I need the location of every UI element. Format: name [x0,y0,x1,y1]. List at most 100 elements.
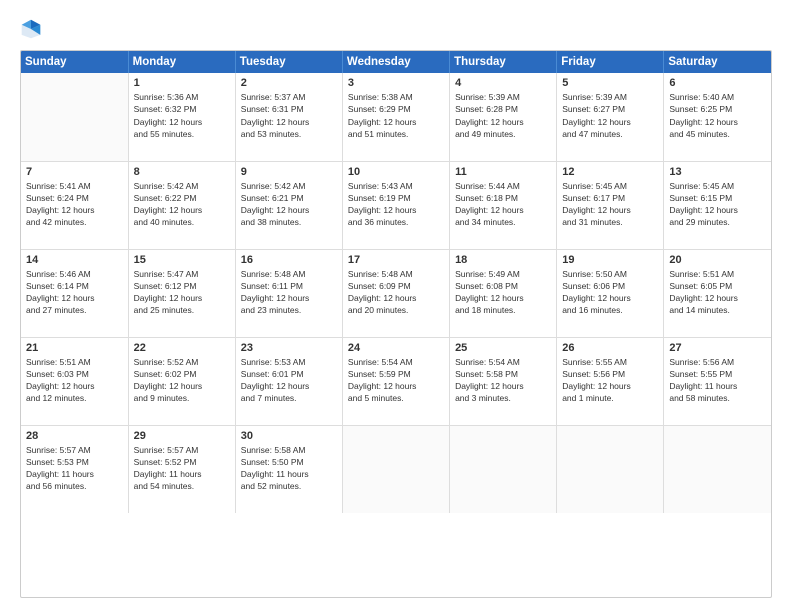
day-number: 25 [455,342,551,354]
day-number: 16 [241,254,337,266]
day-info: Sunrise: 5:41 AM Sunset: 6:24 PM Dayligh… [26,180,123,229]
calendar-week-row: 14 Sunrise: 5:46 AM Sunset: 6:14 PM Dayli… [21,249,771,337]
calendar-header: SundayMondayTuesdayWednesdayThursdayFrid… [21,51,771,73]
day-info: Sunrise: 5:51 AM Sunset: 6:05 PM Dayligh… [669,268,766,317]
day-info: Sunrise: 5:43 AM Sunset: 6:19 PM Dayligh… [348,180,444,229]
calendar-body: 1Sunrise: 5:36 AM Sunset: 6:32 PM Daylig… [21,73,771,513]
day-number: 26 [562,342,658,354]
calendar-week-row: 21Sunrise: 5:51 AM Sunset: 6:03 PM Dayli… [21,337,771,425]
calendar-cell: 23 Sunrise: 5:53 AM Sunset: 6:01 PM Dayli… [235,337,342,425]
day-number: 21 [26,342,123,354]
day-info: Sunrise: 5:36 AM Sunset: 6:32 PM Dayligh… [134,91,230,140]
calendar-cell: 14 Sunrise: 5:46 AM Sunset: 6:14 PM Dayli… [21,249,128,337]
day-info: Sunrise: 5:48 AM Sunset: 6:11 PM Dayligh… [241,268,337,317]
calendar-cell: 2 Sunrise: 5:37 AM Sunset: 6:31 PM Daylig… [235,73,342,161]
calendar-cell: 11 Sunrise: 5:44 AM Sunset: 6:18 PM Dayli… [450,161,557,249]
calendar-cell: 21Sunrise: 5:51 AM Sunset: 6:03 PM Dayli… [21,337,128,425]
page: SundayMondayTuesdayWednesdayThursdayFrid… [0,0,792,612]
calendar-cell [664,425,771,513]
day-info: Sunrise: 5:39 AM Sunset: 6:27 PM Dayligh… [562,91,658,140]
day-info: Sunrise: 5:48 AM Sunset: 6:09 PM Dayligh… [348,268,444,317]
day-number: 14 [26,254,123,266]
calendar-cell: 7 Sunrise: 5:41 AM Sunset: 6:24 PM Daylig… [21,161,128,249]
day-info: Sunrise: 5:39 AM Sunset: 6:28 PM Dayligh… [455,91,551,140]
day-info: Sunrise: 5:49 AM Sunset: 6:08 PM Dayligh… [455,268,551,317]
calendar-cell: 22 Sunrise: 5:52 AM Sunset: 6:02 PM Dayli… [128,337,235,425]
day-number: 5 [562,77,658,89]
calendar-cell: 6 Sunrise: 5:40 AM Sunset: 6:25 PM Daylig… [664,73,771,161]
calendar-cell: 8Sunrise: 5:42 AM Sunset: 6:22 PM Daylig… [128,161,235,249]
day-number: 17 [348,254,444,266]
day-number: 6 [669,77,766,89]
calendar-cell: 15 Sunrise: 5:47 AM Sunset: 6:12 PM Dayli… [128,249,235,337]
calendar-cell: 25 Sunrise: 5:54 AM Sunset: 5:58 PM Dayli… [450,337,557,425]
calendar-cell: 10 Sunrise: 5:43 AM Sunset: 6:19 PM Dayli… [342,161,449,249]
calendar-cell: 30 Sunrise: 5:58 AM Sunset: 5:50 PM Dayli… [235,425,342,513]
calendar: SundayMondayTuesdayWednesdayThursdayFrid… [20,50,772,598]
calendar-cell: 16 Sunrise: 5:48 AM Sunset: 6:11 PM Dayli… [235,249,342,337]
calendar-cell [450,425,557,513]
day-number: 7 [26,166,123,178]
calendar-cell: 12 Sunrise: 5:45 AM Sunset: 6:17 PM Dayli… [557,161,664,249]
calendar-cell: 4 Sunrise: 5:39 AM Sunset: 6:28 PM Daylig… [450,73,557,161]
calendar-cell: 19Sunrise: 5:50 AM Sunset: 6:06 PM Dayli… [557,249,664,337]
day-info: Sunrise: 5:52 AM Sunset: 6:02 PM Dayligh… [134,356,230,405]
day-number: 20 [669,254,766,266]
day-number: 24 [348,342,444,354]
day-number: 22 [134,342,230,354]
weekday-header: Tuesday [235,51,342,73]
calendar-cell: 13Sunrise: 5:45 AM Sunset: 6:15 PM Dayli… [664,161,771,249]
day-number: 15 [134,254,230,266]
calendar-cell: 9Sunrise: 5:42 AM Sunset: 6:21 PM Daylig… [235,161,342,249]
day-number: 28 [26,430,123,442]
day-info: Sunrise: 5:37 AM Sunset: 6:31 PM Dayligh… [241,91,337,140]
calendar-cell [342,425,449,513]
calendar-cell: 3 Sunrise: 5:38 AM Sunset: 6:29 PM Daylig… [342,73,449,161]
day-number: 3 [348,77,444,89]
day-info: Sunrise: 5:57 AM Sunset: 5:53 PM Dayligh… [26,444,123,493]
calendar-cell: 18 Sunrise: 5:49 AM Sunset: 6:08 PM Dayli… [450,249,557,337]
day-number: 23 [241,342,337,354]
day-info: Sunrise: 5:50 AM Sunset: 6:06 PM Dayligh… [562,268,658,317]
logo [20,18,46,40]
calendar-cell [557,425,664,513]
day-info: Sunrise: 5:54 AM Sunset: 5:59 PM Dayligh… [348,356,444,405]
day-number: 12 [562,166,658,178]
day-info: Sunrise: 5:42 AM Sunset: 6:21 PM Dayligh… [241,180,337,229]
day-info: Sunrise: 5:47 AM Sunset: 6:12 PM Dayligh… [134,268,230,317]
header [20,18,772,40]
calendar-cell: 24 Sunrise: 5:54 AM Sunset: 5:59 PM Dayli… [342,337,449,425]
header-row: SundayMondayTuesdayWednesdayThursdayFrid… [21,51,771,73]
weekday-header: Thursday [450,51,557,73]
calendar-cell: 1Sunrise: 5:36 AM Sunset: 6:32 PM Daylig… [128,73,235,161]
calendar-cell: 5 Sunrise: 5:39 AM Sunset: 6:27 PM Daylig… [557,73,664,161]
weekday-header: Friday [557,51,664,73]
day-info: Sunrise: 5:42 AM Sunset: 6:22 PM Dayligh… [134,180,230,229]
calendar-week-row: 28 Sunrise: 5:57 AM Sunset: 5:53 PM Dayli… [21,425,771,513]
calendar-week-row: 7 Sunrise: 5:41 AM Sunset: 6:24 PM Daylig… [21,161,771,249]
calendar-week-row: 1Sunrise: 5:36 AM Sunset: 6:32 PM Daylig… [21,73,771,161]
day-number: 4 [455,77,551,89]
day-info: Sunrise: 5:55 AM Sunset: 5:56 PM Dayligh… [562,356,658,405]
day-info: Sunrise: 5:58 AM Sunset: 5:50 PM Dayligh… [241,444,337,493]
weekday-header: Saturday [664,51,771,73]
day-info: Sunrise: 5:45 AM Sunset: 6:17 PM Dayligh… [562,180,658,229]
day-number: 2 [241,77,337,89]
day-number: 27 [669,342,766,354]
day-info: Sunrise: 5:38 AM Sunset: 6:29 PM Dayligh… [348,91,444,140]
day-number: 10 [348,166,444,178]
calendar-table: SundayMondayTuesdayWednesdayThursdayFrid… [21,51,771,513]
weekday-header: Monday [128,51,235,73]
day-info: Sunrise: 5:45 AM Sunset: 6:15 PM Dayligh… [669,180,766,229]
day-info: Sunrise: 5:54 AM Sunset: 5:58 PM Dayligh… [455,356,551,405]
day-info: Sunrise: 5:40 AM Sunset: 6:25 PM Dayligh… [669,91,766,140]
day-info: Sunrise: 5:56 AM Sunset: 5:55 PM Dayligh… [669,356,766,405]
day-info: Sunrise: 5:53 AM Sunset: 6:01 PM Dayligh… [241,356,337,405]
day-number: 18 [455,254,551,266]
calendar-cell: 27 Sunrise: 5:56 AM Sunset: 5:55 PM Dayli… [664,337,771,425]
weekday-header: Sunday [21,51,128,73]
day-number: 30 [241,430,337,442]
day-number: 11 [455,166,551,178]
day-info: Sunrise: 5:44 AM Sunset: 6:18 PM Dayligh… [455,180,551,229]
day-info: Sunrise: 5:46 AM Sunset: 6:14 PM Dayligh… [26,268,123,317]
